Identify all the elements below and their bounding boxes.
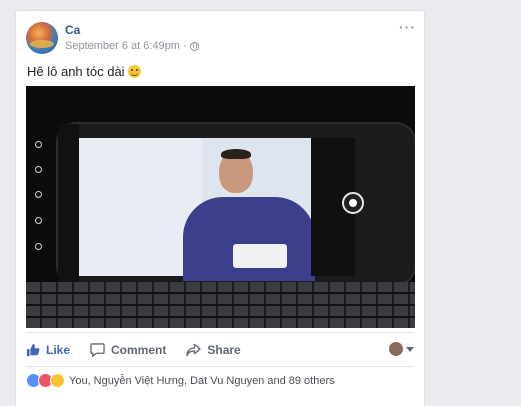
comment-label: Comment: [111, 343, 167, 357]
keyboard: [26, 282, 415, 328]
comment-icon: [90, 343, 105, 357]
post-text: Hê lô anh tóc dài: [27, 64, 141, 79]
camera-filter-icon: [35, 166, 42, 173]
divider: [26, 366, 414, 367]
handheld-phone: [233, 244, 287, 268]
reaction-identity-chooser[interactable]: [389, 342, 414, 356]
share-label: Share: [207, 343, 241, 357]
viewer-avatar: [389, 342, 403, 356]
reaction-summary[interactable]: You, Nguyễn Việt Hưng, Dat Vu Nguyen and…: [26, 373, 335, 388]
divider: [26, 332, 414, 333]
haha-reaction-icon: [50, 373, 65, 388]
person-shirt: [183, 197, 315, 281]
share-button[interactable]: Share: [186, 343, 241, 357]
smile-emoji-icon: [127, 65, 141, 78]
camera-flash-icon: [35, 217, 42, 224]
globe-icon[interactable]: [189, 41, 199, 51]
share-icon: [186, 343, 202, 357]
person-hair: [221, 149, 251, 159]
meta-separator: ·: [182, 40, 187, 52]
camera-timer-icon: [35, 191, 42, 198]
comment-button[interactable]: Comment: [90, 343, 166, 357]
post-actions: Like Comment Share: [26, 339, 414, 361]
post-timestamp[interactable]: September 6 at 6:49pm: [65, 40, 180, 52]
camera-grid-icon: [35, 243, 42, 250]
post-photo[interactable]: [26, 86, 415, 328]
thumbs-up-icon: [26, 343, 40, 357]
author-name[interactable]: Ca: [65, 23, 80, 37]
shutter-icon: [342, 192, 364, 214]
post-meta: September 6 at 6:49pm ·: [65, 40, 199, 52]
phone-left-rail: [58, 124, 79, 284]
like-button[interactable]: Like: [26, 343, 70, 357]
author-avatar[interactable]: [26, 22, 58, 54]
like-label: Like: [46, 343, 71, 357]
chevron-down-icon: [406, 346, 414, 352]
camera-setting-icon: [35, 141, 42, 148]
reaction-summary-text[interactable]: You, Nguyễn Việt Hưng, Dat Vu Nguyen and…: [69, 375, 335, 387]
more-options-button[interactable]: ···: [399, 19, 416, 35]
post-card: Ca September 6 at 6:49pm · ··· Hê lô anh…: [15, 10, 425, 406]
post-message: Hê lô anh tóc dài: [27, 64, 125, 79]
